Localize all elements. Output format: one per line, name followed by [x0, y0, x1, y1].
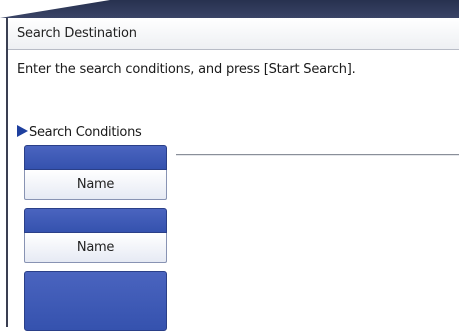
- condition-block-3[interactable]: [24, 271, 167, 331]
- search-conditions-label: Search Conditions: [29, 125, 142, 140]
- condition-2-name-label: Name: [76, 240, 115, 255]
- header-wedge: [0, 0, 110, 18]
- section-divider: [176, 154, 459, 156]
- condition-block-2: Name: [24, 208, 167, 263]
- condition-block-1: Name: [24, 145, 167, 200]
- triangle-marker-icon: [17, 125, 28, 137]
- search-destination-window: Search Destination Enter the search cond…: [6, 18, 459, 331]
- window-title: Search Destination: [17, 26, 137, 41]
- condition-1-name-button[interactable]: Name: [24, 170, 167, 200]
- condition-1-value-bar: [24, 145, 167, 170]
- top-header-band: [0, 0, 459, 18]
- condition-2-value-bar: [24, 208, 167, 233]
- search-conditions-heading: Search Conditions: [17, 125, 142, 140]
- condition-2-name-button[interactable]: Name: [24, 233, 167, 263]
- condition-1-name-label: Name: [76, 177, 115, 192]
- title-bar: Search Destination: [8, 18, 459, 50]
- instruction-text: Enter the search conditions, and press […: [17, 62, 356, 77]
